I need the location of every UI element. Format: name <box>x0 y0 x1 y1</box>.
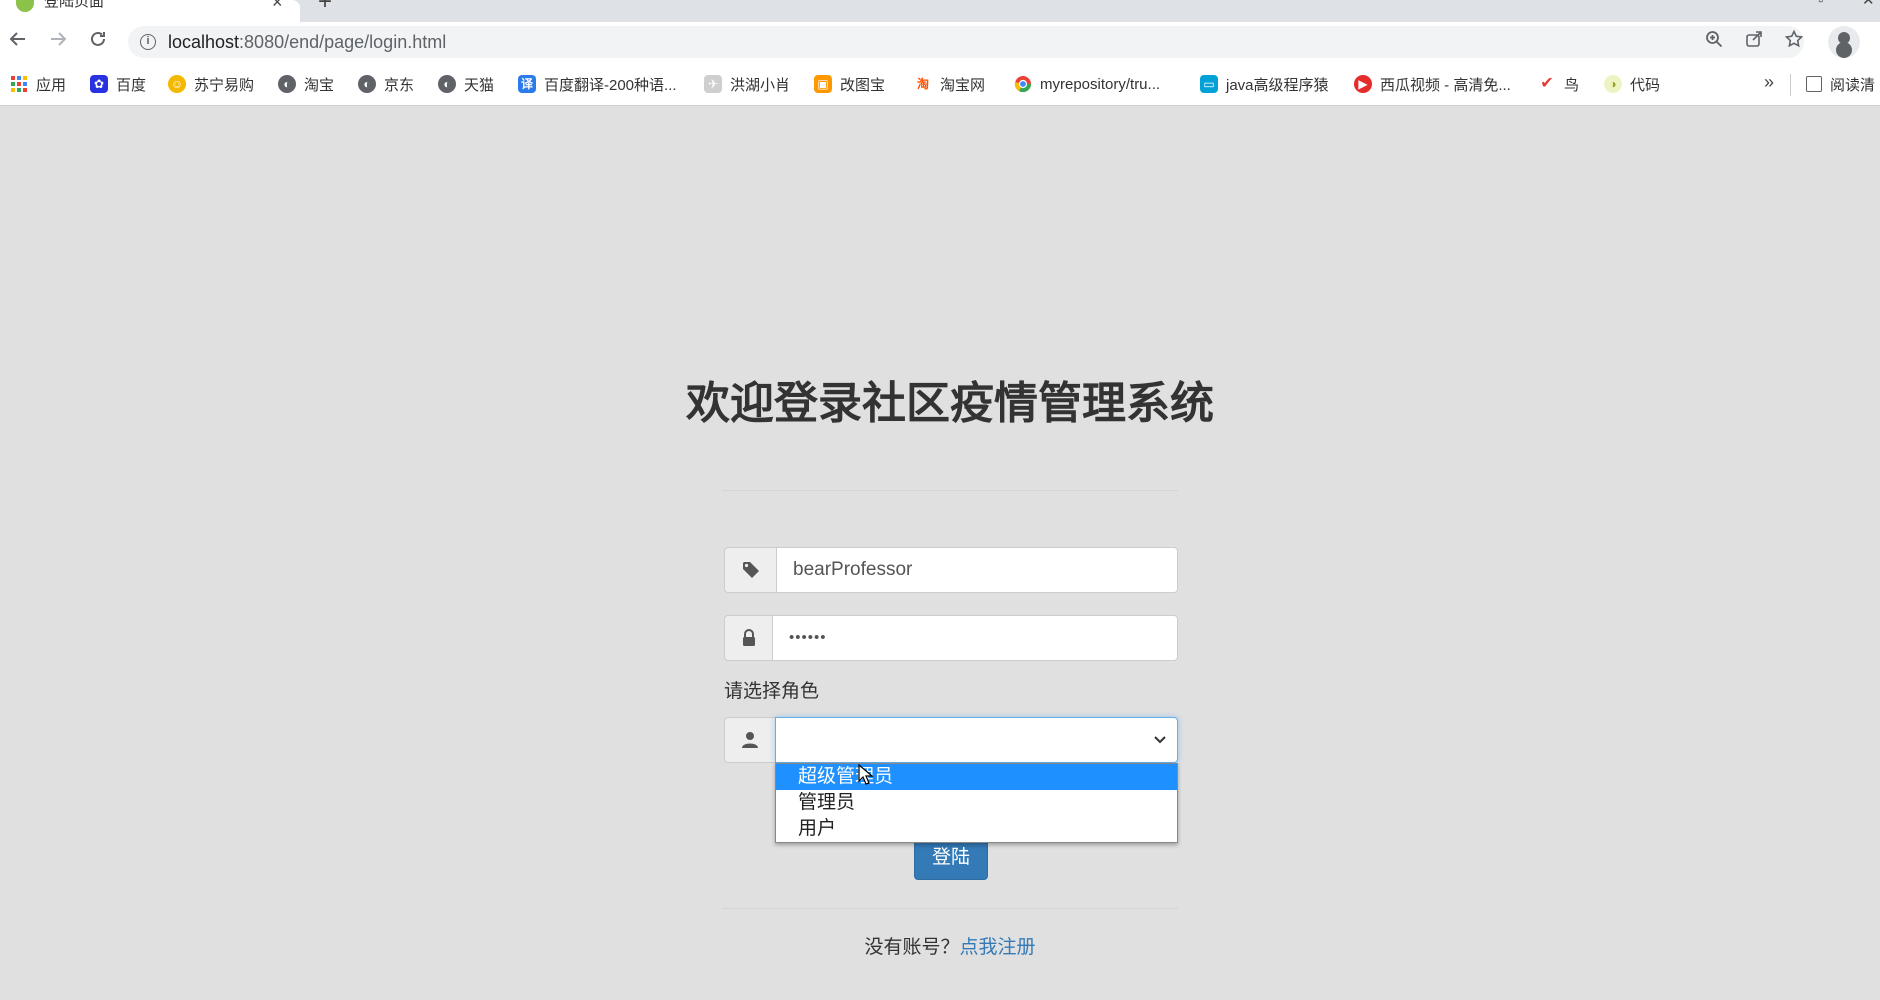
signup-prompt: 没有账号？ <box>864 937 960 958</box>
tag-icon <box>742 562 759 578</box>
code-icon: ◑ <box>1604 75 1622 93</box>
chrome-icon <box>1014 75 1032 93</box>
taobao-icon: 淘 <box>916 77 929 91</box>
bookmark-item[interactable]: 应用 <box>10 74 66 94</box>
bookmark-item[interactable]: 淘 淘宝网 <box>914 74 985 94</box>
mouse-cursor-icon <box>858 764 874 785</box>
username-group: bearProfessor <box>724 547 1178 593</box>
bookmark-label: 百度 <box>116 76 147 94</box>
bookmark-label: 应用 <box>36 76 67 94</box>
user-icon <box>742 732 758 748</box>
lock-icon <box>742 629 755 646</box>
tab-close-icon[interactable]: × <box>272 0 283 11</box>
reload-icon[interactable] <box>82 26 114 58</box>
bird-icon: ✈ <box>704 75 722 93</box>
role-dropdown-list: 超级管理员 管理员 用户 <box>775 763 1178 843</box>
bookmark-label: 淘宝 <box>304 76 335 94</box>
bookmark-label: 天猫 <box>464 76 495 94</box>
bookmark-label: 西瓜视频 - 高清免... <box>1380 76 1511 94</box>
role-select[interactable] <box>775 717 1178 763</box>
site-info-icon[interactable]: i <box>140 34 156 50</box>
role-option-admin[interactable]: 管理员 <box>776 790 1177 816</box>
bookmark-star-icon[interactable] <box>1782 29 1806 54</box>
reading-list-icon <box>1806 76 1822 92</box>
new-tab-button[interactable]: + <box>318 0 332 14</box>
divider <box>722 908 1178 909</box>
image-edit-icon: ▣ <box>814 75 832 93</box>
login-button[interactable]: 登陆 <box>914 838 988 880</box>
restore-window-icon[interactable]: ▫ <box>1818 0 1823 8</box>
bookmark-item[interactable]: ✿ 百度 <box>90 74 146 94</box>
bookmark-label: 百度翻译-200种语... <box>544 76 677 94</box>
xigua-play-icon: ▶ <box>1354 75 1372 93</box>
bookmark-item[interactable]: 译 百度翻译-200种语... <box>518 74 677 94</box>
bird-red-icon: ✔ <box>1540 75 1554 92</box>
bookmark-divider <box>1790 74 1791 96</box>
bookmark-label: 淘宝网 <box>940 76 986 94</box>
bookmark-item[interactable]: ◐ 京东 <box>358 74 414 94</box>
translate-icon: 译 <box>518 75 536 93</box>
bookmark-label: 鸟 <box>1564 76 1580 94</box>
globe-icon: ◐ <box>438 75 456 93</box>
signup-link[interactable]: 点我注册 <box>960 937 1036 958</box>
bookmark-item[interactable]: ▣ 改图宝 <box>814 74 885 94</box>
bookmark-item[interactable]: ◐ 淘宝 <box>278 74 334 94</box>
bookmark-label: myrepository/tru... <box>1040 75 1161 93</box>
active-tab[interactable]: 登陆页面 × <box>0 0 300 22</box>
address-bar[interactable]: i localhost:8080/end/page/login.html <box>128 26 1804 58</box>
bookmark-item[interactable]: ✔ 鸟 <box>1538 74 1579 94</box>
role-label: 请选择角色 <box>724 681 820 702</box>
zoom-icon[interactable] <box>1702 30 1726 54</box>
bookmark-label: java高级程序猿 <box>1226 76 1329 94</box>
baidu-paw-icon: ✿ <box>90 75 108 93</box>
password-addon <box>724 615 772 661</box>
bookmark-label: 代码 <box>1630 76 1661 94</box>
reading-list-button[interactable]: 阅读清 <box>1806 74 1875 94</box>
bookmark-label: 改图宝 <box>840 76 886 94</box>
globe-icon: ◐ <box>358 75 376 93</box>
back-arrow-icon[interactable] <box>2 26 34 58</box>
password-input[interactable]: •••••• <box>772 615 1178 661</box>
role-option-user[interactable]: 用户 <box>776 816 1177 842</box>
bookmark-item[interactable]: ✈ 洪湖小肖 <box>704 74 790 94</box>
profile-avatar-icon[interactable] <box>1828 26 1860 58</box>
page-title: 欢迎登录社区疫情管理系统 <box>686 379 1214 428</box>
share-icon[interactable] <box>1742 30 1766 54</box>
tab-strip: 登陆页面 × + ▫ ✕ <box>0 0 1880 22</box>
browser-toolbar: i localhost:8080/end/page/login.html <box>0 22 1880 62</box>
bookmark-label: 京东 <box>384 76 415 94</box>
role-option-super-admin[interactable]: 超级管理员 <box>776 764 1177 790</box>
bookmark-item[interactable]: myrepository/tru... <box>1014 74 1160 94</box>
role-group <box>724 717 1178 763</box>
role-addon <box>724 717 775 763</box>
username-input[interactable]: bearProfessor <box>776 547 1178 593</box>
bilibili-tv-icon: ▭ <box>1200 75 1218 93</box>
suning-lion-icon: ☺ <box>168 75 186 93</box>
apps-grid-icon <box>10 75 28 93</box>
close-window-icon[interactable]: ✕ <box>1862 0 1875 8</box>
bookmark-item[interactable]: ◑ 代码 <box>1604 74 1660 94</box>
reading-list-label: 阅读清 <box>1830 76 1876 94</box>
bookmark-item[interactable]: ▶ 西瓜视频 - 高清免... <box>1354 74 1511 94</box>
more-bookmarks-icon[interactable]: » <box>1764 72 1774 93</box>
bookmark-item[interactable]: ◐ 天猫 <box>438 74 494 94</box>
tab-title: 登陆页面 <box>44 0 105 10</box>
bookmark-label: 洪湖小肖 <box>730 76 791 94</box>
password-group: •••••• <box>724 615 1178 661</box>
bookmarks-bar: 应用 ✿ 百度 ☺ 苏宁易购 ◐ 淘宝 ◐ 京东 ◐ 天猫 译 百度翻译-200… <box>0 62 1880 106</box>
leaf-favicon-icon <box>16 0 34 12</box>
divider <box>722 490 1178 491</box>
bookmark-label: 苏宁易购 <box>194 76 255 94</box>
chevron-down-icon <box>1154 736 1166 744</box>
globe-icon: ◐ <box>278 75 296 93</box>
forward-arrow-icon[interactable] <box>42 26 74 58</box>
bookmark-item[interactable]: ▭ java高级程序猿 <box>1200 74 1329 94</box>
bookmark-item[interactable]: ☺ 苏宁易购 <box>168 74 254 94</box>
signup-row: 没有账号？点我注册 <box>0 936 1880 960</box>
username-addon <box>724 547 776 593</box>
url-text[interactable]: localhost:8080/end/page/login.html <box>168 32 446 52</box>
